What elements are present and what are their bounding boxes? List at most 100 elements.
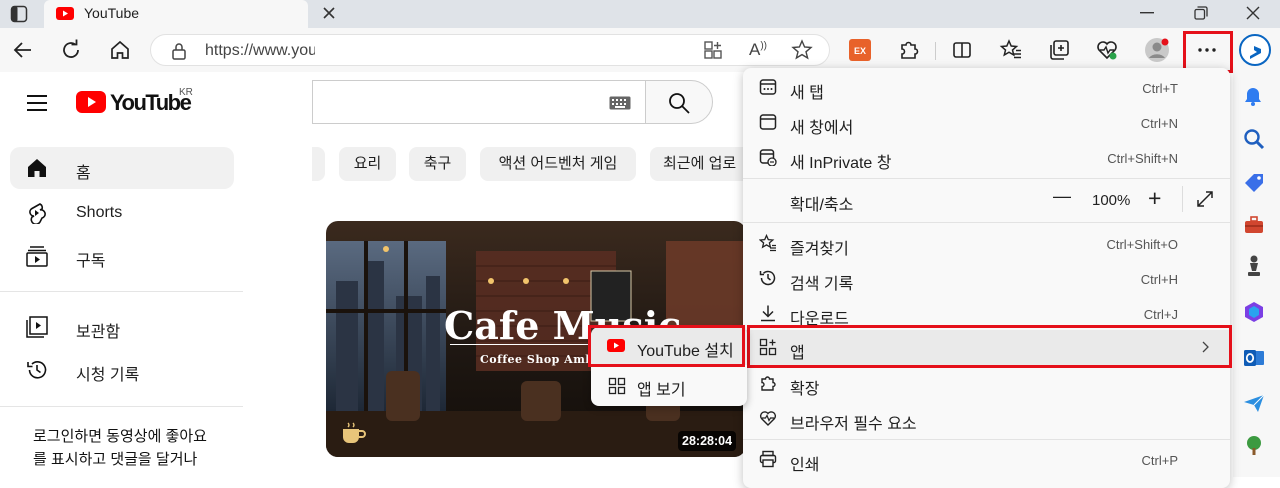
refresh-icon[interactable]: [59, 38, 83, 62]
nav-item-label: Shorts: [76, 204, 123, 221]
favorites-icon: [759, 234, 777, 252]
chip-cooking[interactable]: 요리: [339, 147, 396, 181]
nav-item-subscriptions[interactable]: 구독: [10, 235, 234, 277]
microsoft365-icon[interactable]: [1243, 301, 1265, 323]
menu-item-extensions[interactable]: 확장: [743, 366, 1230, 401]
more-button-highlight: [1183, 31, 1233, 73]
new-window-icon: [759, 113, 777, 131]
signin-prompt: 로그인하면 동영상에 좋아요 를 표시하고 댓글을 달거나: [33, 428, 207, 468]
tab-actions-icon[interactable]: [10, 5, 28, 23]
browser-tab[interactable]: YouTube: [44, 0, 335, 28]
history-icon: [759, 269, 777, 287]
split-screen-icon[interactable]: [950, 38, 974, 62]
window-close-icon[interactable]: [1246, 6, 1260, 20]
subscriptions-icon: [26, 245, 48, 267]
close-icon[interactable]: [322, 6, 336, 20]
nav-item-label: 보관함: [76, 324, 121, 341]
region-code: KR: [179, 87, 193, 98]
minimize-icon[interactable]: [1140, 12, 1154, 14]
nav-item-shorts[interactable]: Shorts: [10, 192, 234, 234]
youtube-logo[interactable]: [76, 91, 106, 113]
shopping-tag-icon[interactable]: [1243, 172, 1265, 194]
heart-pulse-icon: [759, 409, 777, 427]
app-available-icon[interactable]: [703, 40, 723, 60]
menu-item-browser-essentials[interactable]: 브라우저 필수 요소: [743, 401, 1230, 436]
home-icon: [26, 157, 48, 179]
apps-icon: [608, 377, 626, 395]
back-icon[interactable]: [11, 38, 35, 62]
send-plane-icon[interactable]: [1243, 392, 1265, 414]
url-text: https://www.youtube.com: [205, 42, 315, 59]
nav-item-library[interactable]: 보관함: [10, 306, 234, 348]
print-icon: [759, 450, 777, 468]
menu-separator: [743, 222, 1230, 223]
menu-item-history[interactable]: 검색 기록 Ctrl+H: [743, 261, 1230, 296]
search-icon: [668, 92, 690, 114]
nav-item-home[interactable]: 홈: [10, 147, 234, 189]
menu-item-new-window[interactable]: 새 창에서 Ctrl+N: [743, 105, 1230, 140]
tools-briefcase-icon[interactable]: [1243, 214, 1265, 236]
fullscreen-icon[interactable]: [1196, 190, 1214, 208]
menu-separator: [743, 439, 1230, 440]
menu-item-print[interactable]: 인쇄 Ctrl+P: [743, 442, 1230, 477]
menu-item-inprivate[interactable]: 새 InPrivate 창 Ctrl+Shift+N: [743, 140, 1230, 175]
youtube-sidebar: YouTube KR 홈 Shorts 구독 보관함 시청 기록 로그인하면 동…: [0, 72, 312, 477]
chip-action-adventure[interactable]: 액션 어드벤처 게임: [480, 147, 636, 181]
search-input[interactable]: [312, 80, 646, 124]
menu-item-favorites[interactable]: 즐겨찾기 Ctrl+Shift+O: [743, 226, 1230, 261]
zoom-out-button[interactable]: —: [1053, 186, 1071, 207]
read-aloud-icon[interactable]: A)): [749, 40, 767, 60]
home-icon[interactable]: [108, 38, 132, 62]
copilot-icon[interactable]: [1237, 32, 1273, 68]
menu-item-zoom: 확대/축소 — 100% +: [743, 182, 1230, 218]
restore-icon[interactable]: [1194, 6, 1208, 20]
shorts-icon: [26, 202, 48, 224]
search-button[interactable]: [645, 80, 713, 124]
hamburger-menu-icon[interactable]: [26, 94, 48, 112]
zoom-divider: [1182, 186, 1183, 212]
youtube-favicon-icon: [56, 7, 74, 20]
title-bar: YouTube: [0, 0, 1280, 28]
svg-text:EX: EX: [854, 46, 866, 56]
nav-item-label: 시청 기록: [76, 367, 140, 384]
profile-avatar-icon[interactable]: [1144, 37, 1170, 63]
zoom-level: 100%: [1092, 192, 1131, 209]
nav-item-history[interactable]: 시청 기록: [10, 349, 234, 391]
favorite-star-icon[interactable]: [791, 39, 813, 61]
nav-item-label: 구독: [76, 253, 106, 270]
install-youtube-highlight: [588, 325, 745, 367]
chip-partial[interactable]: [312, 147, 325, 181]
lock-icon[interactable]: [171, 42, 187, 60]
keyboard-icon[interactable]: [609, 96, 631, 110]
sidebar-divider: [0, 291, 243, 292]
apps-item-highlight: [747, 325, 1232, 368]
outlook-icon[interactable]: [1243, 347, 1265, 369]
notification-bell-icon[interactable]: [1243, 86, 1263, 106]
view-apps-label: 앱 보기: [637, 382, 686, 399]
inprivate-icon: [759, 148, 777, 166]
coffee-cup-icon: [340, 421, 366, 445]
menu-item-new-tab[interactable]: 새 탭 Ctrl+T: [743, 70, 1230, 105]
sidebar-divider: [0, 406, 243, 407]
chip-recently-uploaded[interactable]: 최근에 업로: [650, 147, 750, 181]
tree-icon[interactable]: [1243, 434, 1265, 456]
extensions-puzzle-icon[interactable]: [897, 38, 921, 62]
tab-title: YouTube: [84, 5, 140, 21]
browser-toolbar: https://www.youtube.com A)) EX: [0, 28, 1280, 72]
games-chess-icon[interactable]: [1244, 254, 1264, 278]
extension-ex-icon[interactable]: EX: [849, 39, 873, 63]
menu-separator: [743, 178, 1230, 179]
search-icon[interactable]: [1243, 128, 1265, 150]
zoom-in-button[interactable]: +: [1148, 185, 1161, 212]
video-duration: 28:28:04: [678, 431, 737, 451]
download-icon: [759, 304, 777, 322]
address-bar[interactable]: https://www.youtube.com A)): [150, 34, 830, 66]
favorites-icon[interactable]: [999, 38, 1023, 62]
extensions-icon: [759, 374, 777, 392]
view-apps-item[interactable]: 앱 보기: [591, 367, 747, 405]
browser-essentials-icon[interactable]: [1095, 38, 1119, 62]
library-icon: [26, 316, 48, 338]
chip-soccer[interactable]: 축구: [409, 147, 466, 181]
collections-icon[interactable]: [1047, 38, 1071, 62]
toolbar-separator: [935, 42, 936, 60]
